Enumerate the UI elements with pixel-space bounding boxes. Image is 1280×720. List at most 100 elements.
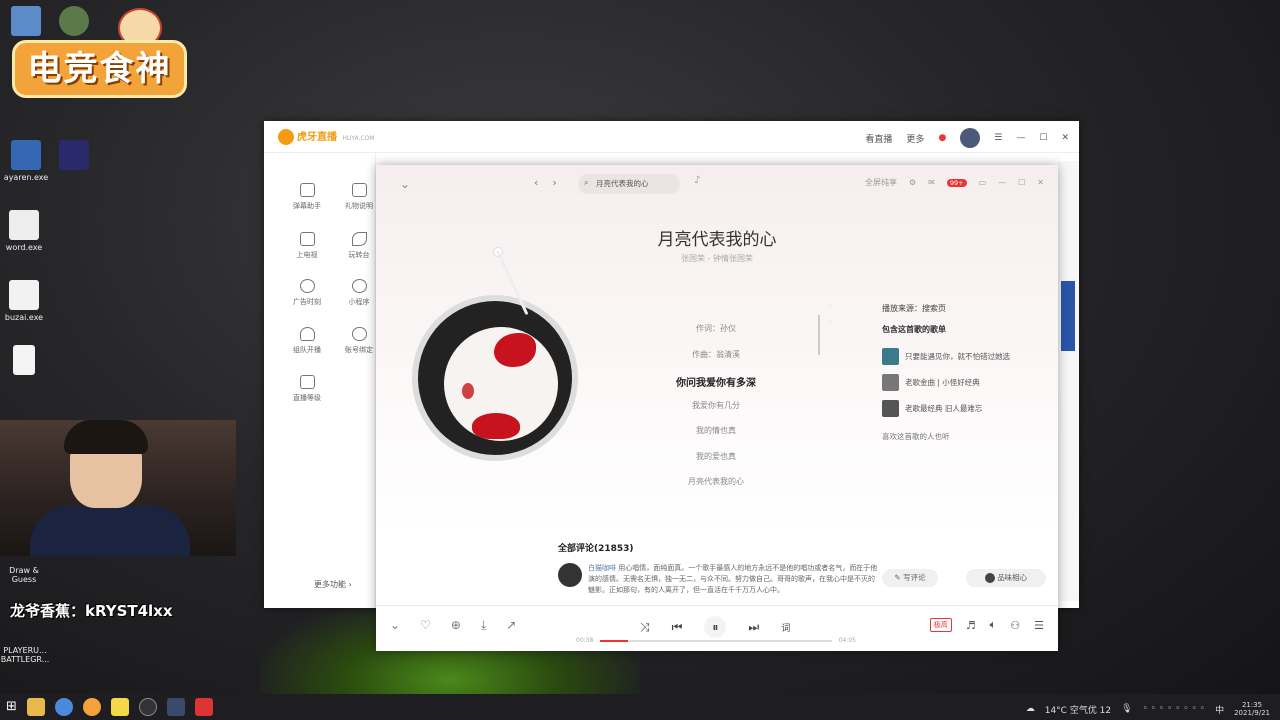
notification-icon[interactable]: ● [938, 133, 946, 143]
lyric-line[interactable]: 我爱你有几分 [636, 400, 796, 426]
listen-together-icon[interactable]: ⚇ [1010, 619, 1020, 632]
lyric-toggle-button[interactable]: 词 [781, 621, 790, 634]
huya-icon[interactable] [82, 698, 101, 716]
danmu-icon [299, 183, 315, 197]
settings-icon[interactable]: ⚙ [909, 178, 916, 187]
mini-mode-icon[interactable]: ▭ [979, 178, 987, 187]
sidebar-item-level[interactable]: 直播等级 [282, 375, 332, 403]
lyric-line[interactable]: 作词：孙仪 [636, 323, 796, 349]
lyric-line[interactable]: 我的情也真 [636, 425, 796, 451]
sidebar-item-label: 弹幕助手 [293, 202, 321, 210]
sidebar-item-label: 组队开播 [293, 346, 321, 354]
lyrics-scrollbar[interactable] [818, 315, 820, 355]
playlist-item[interactable]: 老歌最经典 旧人最难忘 [882, 395, 1042, 421]
playlist-icon[interactable]: ☰ [1034, 619, 1044, 632]
sidebar-item-team[interactable]: 组队开播 [282, 327, 332, 355]
forward-icon[interactable]: › [552, 176, 556, 189]
app-icon[interactable] [166, 698, 185, 716]
desktop-icon[interactable] [44, 140, 104, 173]
progress-track[interactable] [600, 640, 832, 642]
explorer-icon[interactable] [26, 698, 45, 716]
sidebar-item-label: 账号绑定 [345, 346, 373, 354]
listen-together-button[interactable]: 品味相心 [966, 569, 1046, 587]
desktop-icon[interactable]: PLAYERU... BATTLEGR... [0, 646, 52, 664]
weather-icon: ☁ [1025, 704, 1035, 714]
share-icon[interactable]: ↗ [506, 618, 516, 633]
sidebar-item-ad[interactable]: 广告时刻 [282, 279, 332, 307]
collect-icon[interactable]: ⊕ [451, 618, 461, 633]
desktop-icon[interactable]: Draw & Guess [2, 566, 46, 584]
huya-sidebar: 弹幕助手 礼物说明 上电视 玩转台 广告时刻 小程序 组队开播 账号绑定 直播等… [264, 153, 376, 608]
lyrics-panel[interactable]: 作词：孙仪 作曲：翁清溪 你问我爱你有多深 我爱你有几分 我的情也真 我的爱也真… [636, 323, 796, 502]
maximize-icon[interactable]: ☐ [1018, 178, 1025, 187]
minimize-icon[interactable]: — [998, 178, 1006, 187]
netease-music-icon[interactable] [194, 698, 213, 716]
progress-bar[interactable]: 00:38 04:05 [576, 637, 856, 648]
app-icon[interactable] [138, 698, 157, 716]
previous-icon[interactable]: ⏮ [672, 620, 683, 635]
player-top-actions: 全屏纯享 ⚙ ✉ 99+ ▭ — ☐ ✕ [865, 177, 1044, 188]
comment-body: 用心唱情，面纯面真。一个歌手最感人的地方永远不是他的唱功或者名气，而在于他演的感… [588, 564, 878, 594]
start-icon[interactable]: ⊞ [6, 698, 17, 716]
chrome-icon[interactable] [54, 698, 73, 716]
play-source[interactable]: 播放来源：搜索页 [882, 303, 1042, 314]
minimize-icon[interactable]: — [1016, 133, 1025, 143]
desktop-icon[interactable] [44, 6, 104, 39]
playlist-item[interactable]: 只要能遇见你，就不怕错过她选 [882, 343, 1042, 369]
voice-search-icon[interactable]: ♪ [694, 175, 700, 186]
next-icon[interactable]: ⏭ [748, 620, 759, 635]
lyric-tool-icon[interactable]: ◦ [828, 315, 832, 331]
menu-icon[interactable]: ☰ [994, 133, 1002, 143]
huya-logo-sub: HUYA.COM [342, 135, 375, 142]
desktop-icon[interactable]: buzai.exe [0, 280, 54, 322]
mic-icon[interactable]: 🎙︎ [1121, 704, 1132, 714]
write-comment-button[interactable]: ✎ 写评论 [882, 569, 938, 587]
huya-logo-icon [278, 129, 294, 145]
desktop-icon-label: buzai.exe [4, 313, 44, 322]
collapse-icon[interactable]: ⌄ [400, 177, 410, 191]
more-button[interactable]: 更多 [906, 132, 924, 145]
sidebar-item-tv[interactable]: 上电视 [282, 232, 332, 260]
close-icon[interactable]: ✕ [1061, 133, 1069, 143]
desktop-icon[interactable] [0, 345, 54, 378]
effects-icon[interactable]: ♬ [966, 619, 976, 632]
volume-icon[interactable]: 🔈︎ [990, 618, 997, 632]
fullscreen-button[interactable]: 全屏纯享 [865, 177, 897, 188]
playlist-name: 老歌金曲 | 小怪好经典 [905, 377, 980, 387]
mail-icon[interactable]: ✉ [928, 178, 935, 187]
close-icon[interactable]: ✕ [1037, 178, 1044, 187]
comment-user[interactable]: 白猫咖啡 [588, 564, 616, 572]
lyric-line[interactable]: 作曲：翁清溪 [636, 349, 796, 375]
download-icon[interactable]: ⤓ [481, 618, 486, 633]
watch-live-button[interactable]: 看直播 [865, 132, 892, 145]
song-subtitle[interactable]: 张国荣 - 钟情张国荣 [376, 253, 1058, 264]
album-art [444, 327, 558, 441]
pause-icon[interactable]: ⏸ [704, 616, 727, 638]
lyric-line[interactable]: 月亮代表我的心 [636, 476, 796, 502]
sidebar-item-label: 小程序 [348, 298, 370, 306]
tray-icons[interactable]: ◦ ◦ ◦ ◦ ◦ ◦ ◦ ◦ [1143, 704, 1206, 714]
desktop-icon[interactable]: word.exe [0, 210, 54, 252]
quality-badge[interactable]: 极高 [929, 618, 952, 632]
like-icon[interactable]: ♡ [420, 618, 431, 633]
stream-caption: 龙爷香蕉：kRYST4lxx [10, 602, 173, 620]
desktop-icon-label: ayaren.exe [3, 173, 49, 182]
huya-right-banner[interactable] [1061, 281, 1075, 351]
clock[interactable]: 21:35 2021/9/21 [1234, 701, 1270, 717]
playlist-item[interactable]: 老歌金曲 | 小怪好经典 [882, 369, 1042, 395]
ime-icon[interactable]: 中 [1215, 703, 1224, 716]
more-features-link[interactable]: 更多功能 › [314, 579, 352, 590]
lyric-line[interactable]: 我的爱也真 [636, 451, 796, 477]
avatar[interactable] [558, 563, 582, 587]
weather-text[interactable]: 14°C 空气优 12 [1045, 703, 1111, 716]
lyric-line-active[interactable]: 你问我爱你有多深 [636, 374, 796, 400]
lyric-tool-icon[interactable]: ◦ [828, 299, 832, 315]
back-icon[interactable]: ‹ [534, 176, 538, 189]
app-icon[interactable] [110, 698, 129, 716]
search-input[interactable]: ⌕ 月亮代表我的心 [578, 174, 680, 194]
sidebar-item-danmu[interactable]: 弹幕助手 [282, 183, 332, 211]
collapse-icon[interactable]: ⌄ [390, 618, 400, 633]
maximize-icon[interactable]: ☐ [1039, 133, 1047, 143]
avatar[interactable] [960, 128, 981, 148]
shuffle-icon[interactable]: ⤨ [640, 620, 650, 635]
